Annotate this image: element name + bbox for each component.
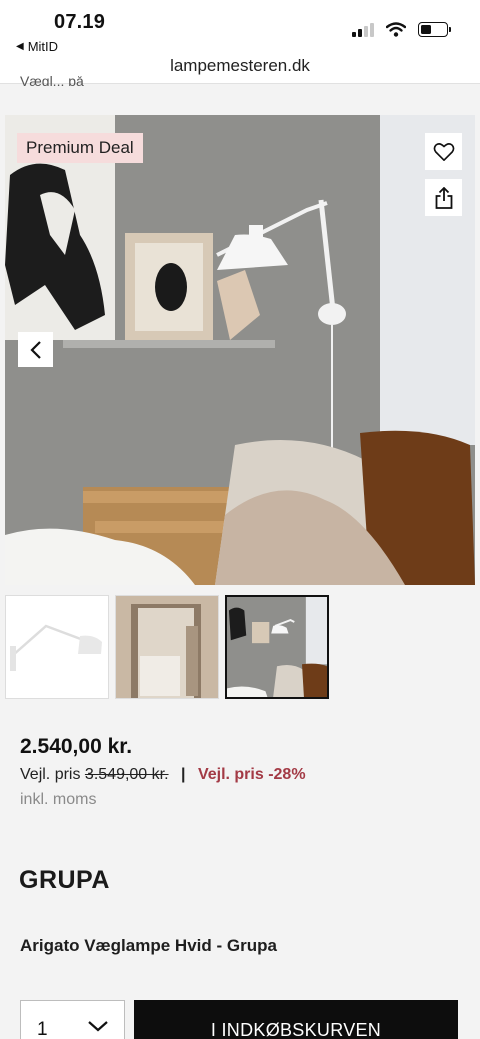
back-to-app-link[interactable]: ◀ MitID [16,39,58,54]
thumb-shelf-image [227,597,327,697]
previous-image-button[interactable] [18,332,53,367]
quantity-value: 1 [37,1019,48,1039]
favorite-button[interactable] [425,133,462,170]
thumbnail-lamp-white[interactable] [5,595,109,699]
brand-logo[interactable]: GRUPA [19,866,110,895]
share-button[interactable] [425,179,462,216]
product-price: 2.540,00 kr. [20,735,133,758]
rrp-old-price: 3.549,00 kr. [84,766,169,783]
thumbnail-shelf-scene[interactable] [225,595,329,699]
product-photo-scene [5,115,475,585]
back-app-label: MitID [27,39,59,54]
chevron-left-icon [29,340,41,359]
heart-icon [433,142,454,161]
status-icons [352,22,451,37]
chevron-down-icon [88,1021,108,1032]
cellular-signal-icon [352,22,374,37]
battery-icon [418,22,451,37]
product-title: Arigato Væglampe Hvid - Grupa [20,936,277,955]
product-image[interactable]: Premium Deal [5,115,475,585]
price-separator: | [181,766,186,783]
wifi-icon [386,22,406,37]
add-to-cart-button[interactable]: I INDKØBSKURVEN [134,1000,458,1039]
discount-label: Vejl. pris -28% [197,766,306,783]
url-text: lampemesteren.dk [170,56,310,75]
partially-hidden-breadcrumb: Vægl... på [20,76,84,86]
thumb-bedroom-image [116,596,218,698]
thumbnail-bedroom[interactable] [115,595,219,699]
vat-note: inkl. moms [20,791,97,808]
share-icon [435,186,452,209]
quantity-select[interactable]: 1 [20,1000,125,1039]
back-triangle-icon: ◀ [16,41,24,52]
premium-deal-badge: Premium Deal [17,133,143,163]
status-bar: 07.19 ◀ MitID [0,0,480,60]
thumbnail-strip [5,595,329,699]
clock: 07.19 [54,11,106,33]
rrp-label: Vejl. pris [20,766,81,783]
recommended-price-line: Vejl. pris 3.549,00 kr. | Vejl. pris -28… [20,766,306,784]
thumb-lamp-image [6,596,108,698]
